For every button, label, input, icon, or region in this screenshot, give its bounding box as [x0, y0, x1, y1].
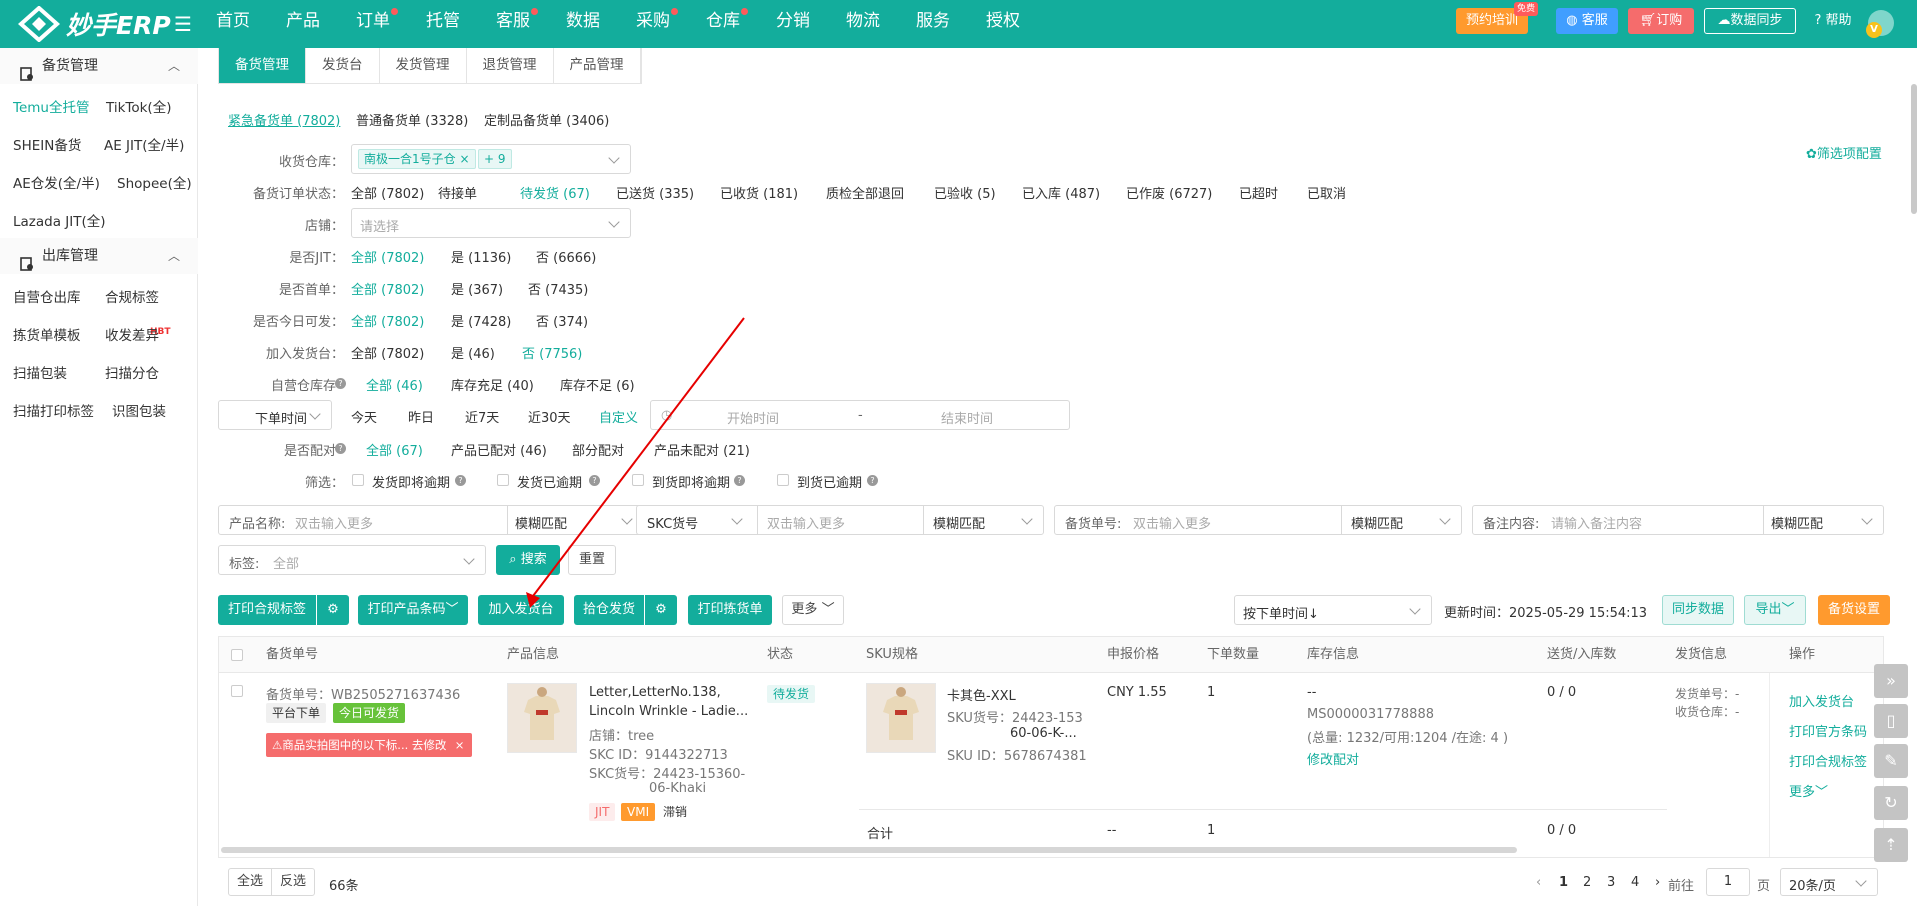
invert-select-button[interactable]: 反选 — [271, 868, 315, 896]
total-count: 66条 — [329, 879, 359, 894]
page-4[interactable]: 4 — [1631, 875, 1639, 890]
back-to-top-icon[interactable]: ⇡ — [1874, 828, 1908, 862]
note-icon[interactable]: ✎ — [1874, 744, 1908, 778]
chevron-down-icon — [1855, 875, 1867, 887]
mobile-icon[interactable]: ▯ — [1874, 704, 1908, 738]
collapse-icon[interactable]: » — [1874, 664, 1908, 698]
prev-page-icon[interactable]: ‹ — [1536, 875, 1541, 890]
page-unit: 页 — [1757, 879, 1771, 894]
page-size-select[interactable]: 20条/页 — [1780, 868, 1878, 896]
page-1[interactable]: 1 — [1559, 875, 1568, 890]
goto-label: 前往 — [1668, 879, 1695, 894]
next-page-icon[interactable]: › — [1655, 875, 1660, 890]
vertical-scrollbar[interactable] — [1911, 84, 1917, 214]
refresh-icon[interactable]: ↻ — [1874, 786, 1908, 820]
page-3[interactable]: 3 — [1607, 875, 1615, 890]
page-input[interactable]: 1 — [1706, 868, 1750, 896]
page-size-value: 20条/页 — [1789, 879, 1836, 894]
page-2[interactable]: 2 — [1583, 875, 1591, 890]
annotation-arrow — [526, 317, 745, 608]
select-all-button[interactable]: 全选 — [228, 868, 272, 896]
